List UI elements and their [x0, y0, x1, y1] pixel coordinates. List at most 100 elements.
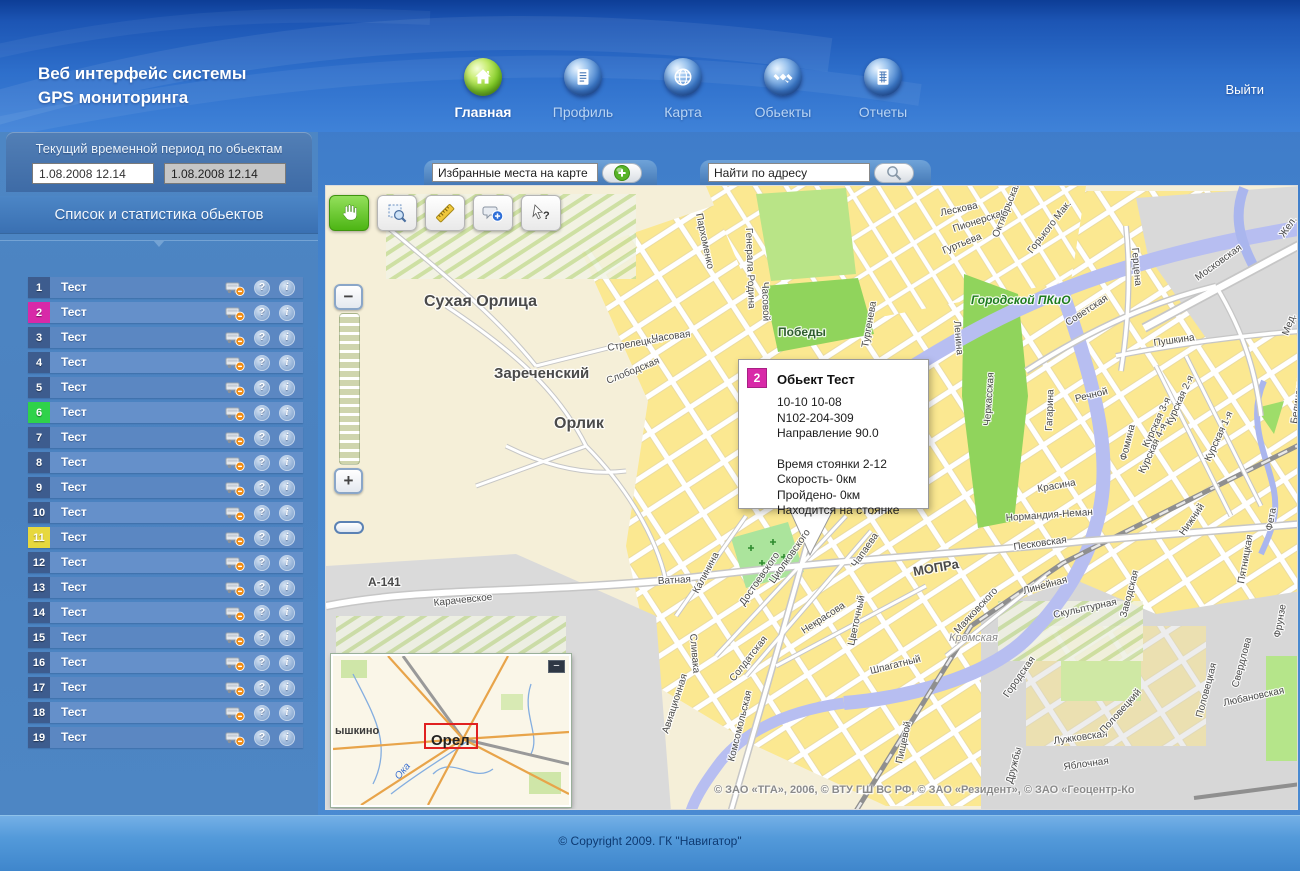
add-favorite-button[interactable]: [602, 163, 642, 183]
object-row[interactable]: 12Тест?i: [28, 552, 303, 573]
info-icon[interactable]: i: [279, 330, 295, 346]
truck-icon[interactable]: [225, 380, 245, 396]
period-from-input[interactable]: [32, 163, 154, 184]
info-icon[interactable]: i: [279, 705, 295, 721]
info-icon[interactable]: i: [279, 455, 295, 471]
nav-item-profile[interactable]: Профиль: [538, 58, 628, 120]
address-search-input[interactable]: [708, 163, 870, 182]
object-row[interactable]: 2Тест?i: [28, 302, 303, 323]
help-icon[interactable]: ?: [254, 630, 270, 646]
object-row[interactable]: 19Тест?i: [28, 727, 303, 748]
help-icon[interactable]: ?: [254, 405, 270, 421]
help-icon[interactable]: ?: [254, 680, 270, 696]
truck-icon[interactable]: [225, 355, 245, 371]
info-icon[interactable]: i: [279, 405, 295, 421]
info-icon[interactable]: i: [279, 680, 295, 696]
help-icon[interactable]: ?: [254, 480, 270, 496]
truck-icon[interactable]: [225, 530, 245, 546]
truck-icon[interactable]: [225, 505, 245, 521]
help-icon[interactable]: ?: [254, 430, 270, 446]
help-icon[interactable]: ?: [254, 530, 270, 546]
help-icon[interactable]: ?: [254, 305, 270, 321]
object-row[interactable]: 8Тест?i: [28, 452, 303, 473]
truck-icon[interactable]: [225, 730, 245, 746]
truck-icon[interactable]: [225, 580, 245, 596]
info-icon[interactable]: i: [279, 280, 295, 296]
help-icon[interactable]: ?: [254, 505, 270, 521]
period-to-input[interactable]: [164, 163, 286, 184]
object-row[interactable]: 4Тест?i: [28, 352, 303, 373]
truck-icon[interactable]: [225, 705, 245, 721]
object-row[interactable]: 9Тест?i: [28, 477, 303, 498]
info-icon[interactable]: i: [279, 580, 295, 596]
favorite-places-input[interactable]: [432, 163, 598, 182]
object-row[interactable]: 16Тест?i: [28, 652, 303, 673]
object-row[interactable]: 5Тест?i: [28, 377, 303, 398]
help-icon[interactable]: ?: [254, 655, 270, 671]
info-icon[interactable]: i: [279, 355, 295, 371]
object-row[interactable]: 17Тест?i: [28, 677, 303, 698]
info-icon[interactable]: i: [279, 605, 295, 621]
nav-item-objects[interactable]: Обьекты: [738, 58, 828, 120]
truck-icon[interactable]: [225, 405, 245, 421]
object-row[interactable]: 18Тест?i: [28, 702, 303, 723]
object-row[interactable]: 7Тест?i: [28, 427, 303, 448]
nav-item-reports[interactable]: Отчеты: [838, 58, 928, 120]
truck-icon[interactable]: [225, 305, 245, 321]
info-icon[interactable]: i: [279, 655, 295, 671]
object-row[interactable]: 11Тест?i: [28, 527, 303, 548]
object-row[interactable]: 6Тест?i: [28, 402, 303, 423]
help-icon[interactable]: ?: [254, 380, 270, 396]
truck-icon[interactable]: [225, 655, 245, 671]
help-icon[interactable]: ?: [254, 555, 270, 571]
pan-tool[interactable]: [329, 195, 369, 231]
address-search-button[interactable]: [874, 163, 914, 183]
help-icon[interactable]: ?: [254, 705, 270, 721]
object-row[interactable]: 13Тест?i: [28, 577, 303, 598]
help-icon[interactable]: ?: [254, 730, 270, 746]
truck-icon[interactable]: [225, 430, 245, 446]
logout-link[interactable]: Выйти: [1226, 82, 1265, 97]
object-row[interactable]: 3Тест?i: [28, 327, 303, 348]
truck-icon[interactable]: [225, 630, 245, 646]
object-row[interactable]: 14Тест?i: [28, 602, 303, 623]
info-icon[interactable]: i: [279, 380, 295, 396]
help-icon[interactable]: ?: [254, 455, 270, 471]
truck-icon[interactable]: [225, 680, 245, 696]
info-icon[interactable]: i: [279, 430, 295, 446]
info-icon[interactable]: i: [279, 555, 295, 571]
info-icon[interactable]: i: [279, 630, 295, 646]
info-icon[interactable]: i: [279, 505, 295, 521]
help-icon[interactable]: ?: [254, 280, 270, 296]
zoom-out-button[interactable]: −: [334, 284, 363, 310]
truck-icon[interactable]: [225, 280, 245, 296]
help-icon[interactable]: ?: [254, 330, 270, 346]
help-icon[interactable]: ?: [254, 605, 270, 621]
ruler-tool[interactable]: [425, 195, 465, 231]
info-icon[interactable]: i: [279, 480, 295, 496]
zoom-slider-track[interactable]: [339, 313, 360, 465]
nav-item-map[interactable]: Карта: [638, 58, 728, 120]
help-icon[interactable]: ?: [254, 355, 270, 371]
info-icon[interactable]: i: [279, 530, 295, 546]
truck-icon[interactable]: [225, 555, 245, 571]
info-icon[interactable]: i: [279, 730, 295, 746]
help-icon[interactable]: ?: [254, 580, 270, 596]
minimap[interactable]: ышкиноОрелОка −: [331, 654, 571, 807]
zoom-rect-tool[interactable]: [377, 195, 417, 231]
truck-icon[interactable]: [225, 605, 245, 621]
truck-icon[interactable]: [225, 455, 245, 471]
zoom-in-button[interactable]: +: [334, 468, 363, 494]
truck-icon[interactable]: [225, 480, 245, 496]
object-row[interactable]: 1Тест?i: [28, 277, 303, 298]
truck-icon[interactable]: [225, 330, 245, 346]
help-pointer-tool[interactable]: ?: [521, 195, 561, 231]
object-row[interactable]: 10Тест?i: [28, 502, 303, 523]
info-icon[interactable]: i: [279, 305, 295, 321]
map-canvas[interactable]: Сухая ОрлицаЗареченскийОрликСтрелецкаяСл…: [325, 185, 1298, 810]
nav-item-home[interactable]: Главная: [438, 58, 528, 120]
object-row[interactable]: 15Тест?i: [28, 627, 303, 648]
zoom-slider-handle[interactable]: [334, 521, 364, 534]
add-comment-tool[interactable]: [473, 195, 513, 231]
minimap-collapse-button[interactable]: −: [548, 660, 565, 673]
